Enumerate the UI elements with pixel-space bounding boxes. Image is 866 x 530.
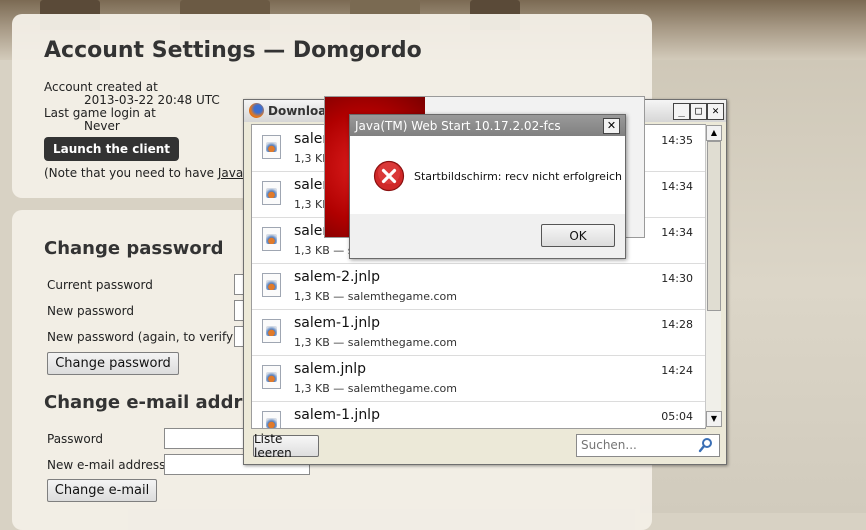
download-time: 14:28 bbox=[661, 318, 693, 331]
download-name: salem-2.jnlp bbox=[294, 269, 380, 285]
maximize-button[interactable]: □ bbox=[690, 103, 707, 120]
dialog-titlebar[interactable]: Java(TM) Web Start 10.17.2.02-fcs ✕ bbox=[350, 115, 625, 136]
download-meta: 1,3 KB — salemthegame.com bbox=[294, 336, 458, 349]
java-link[interactable]: Java bbox=[218, 166, 243, 180]
change-password-button[interactable]: Change password bbox=[47, 352, 179, 375]
change-password-heading: Change password bbox=[44, 238, 224, 259]
search-input[interactable] bbox=[581, 438, 696, 452]
new-password-label: New password bbox=[47, 304, 134, 318]
page-title: Account Settings — Domgordo bbox=[44, 38, 422, 63]
search-icon[interactable] bbox=[698, 437, 714, 453]
scroll-down-icon[interactable]: ▼ bbox=[706, 411, 722, 427]
download-time: 14:24 bbox=[661, 364, 693, 377]
new-email-label: New e-mail address bbox=[47, 458, 166, 472]
jnlp-file-icon bbox=[262, 319, 281, 343]
firefox-icon bbox=[249, 103, 264, 118]
download-meta: 1,3 KB — salemthegame.com bbox=[294, 290, 458, 303]
last-login-value: Never bbox=[84, 119, 120, 133]
dialog-body: Startbildschirm: recv nicht erfolgreich bbox=[350, 136, 625, 214]
email-password-label: Password bbox=[47, 432, 104, 446]
download-item[interactable]: salem.jnlp 1,3 KB — salemthegame.com 14:… bbox=[252, 355, 705, 402]
download-time: 14:34 bbox=[661, 226, 693, 239]
download-time: 05:04 bbox=[661, 410, 693, 423]
download-name: salem.jnlp bbox=[294, 361, 367, 377]
scroll-up-icon[interactable]: ▲ bbox=[706, 125, 722, 141]
jnlp-file-icon bbox=[262, 273, 281, 297]
jnlp-file-icon bbox=[262, 181, 281, 205]
ok-button[interactable]: OK bbox=[541, 224, 615, 247]
download-name: salem-1.jnlp bbox=[294, 407, 380, 423]
error-icon bbox=[373, 160, 405, 192]
download-time: 14:30 bbox=[661, 272, 693, 285]
note-prefix: (Note that you need to have bbox=[44, 166, 218, 180]
last-login-label: Last game login at bbox=[44, 106, 156, 120]
close-button[interactable]: ✕ bbox=[707, 103, 724, 120]
account-created-label: Account created at bbox=[44, 80, 158, 94]
account-created-value: 2013-03-22 20:48 UTC bbox=[84, 93, 220, 107]
current-password-label: Current password bbox=[47, 278, 153, 292]
download-time: 14:34 bbox=[661, 180, 693, 193]
jnlp-file-icon bbox=[262, 227, 281, 251]
search-box[interactable] bbox=[576, 434, 720, 457]
launch-client-button[interactable]: Launch the client bbox=[44, 137, 179, 161]
scroll-thumb[interactable] bbox=[707, 141, 721, 311]
download-item[interactable]: salem-1.jnlp 05:04 bbox=[252, 401, 705, 428]
dialog-close-icon[interactable]: ✕ bbox=[603, 118, 620, 134]
minimize-button[interactable]: _ bbox=[673, 103, 690, 120]
jnlp-file-icon bbox=[262, 365, 281, 389]
clear-list-button[interactable]: Liste leeren bbox=[253, 432, 319, 460]
verify-password-label: New password (again, to verify) bbox=[47, 330, 238, 344]
dialog-message: Startbildschirm: recv nicht erfolgreich bbox=[414, 170, 623, 183]
download-name: salem-1.jnlp bbox=[294, 315, 380, 331]
jnlp-file-icon bbox=[262, 411, 281, 428]
dialog-title: Java(TM) Web Start 10.17.2.02-fcs bbox=[355, 119, 561, 133]
download-time: 14:35 bbox=[661, 134, 693, 147]
downloads-scrollbar[interactable]: ▲ ▼ bbox=[705, 125, 722, 427]
change-email-heading: Change e-mail addres bbox=[44, 392, 266, 413]
java-error-dialog: Java(TM) Web Start 10.17.2.02-fcs ✕ Star… bbox=[349, 114, 626, 259]
jnlp-file-icon bbox=[262, 135, 281, 159]
change-email-button[interactable]: Change e-mail bbox=[47, 479, 157, 502]
java-note: (Note that you need to have Java i bbox=[44, 166, 250, 180]
download-item[interactable]: salem-2.jnlp 1,3 KB — salemthegame.com 1… bbox=[252, 263, 705, 310]
download-meta: 1,3 KB — salemthegame.com bbox=[294, 382, 458, 395]
download-item[interactable]: salem-1.jnlp 1,3 KB — salemthegame.com 1… bbox=[252, 309, 705, 356]
